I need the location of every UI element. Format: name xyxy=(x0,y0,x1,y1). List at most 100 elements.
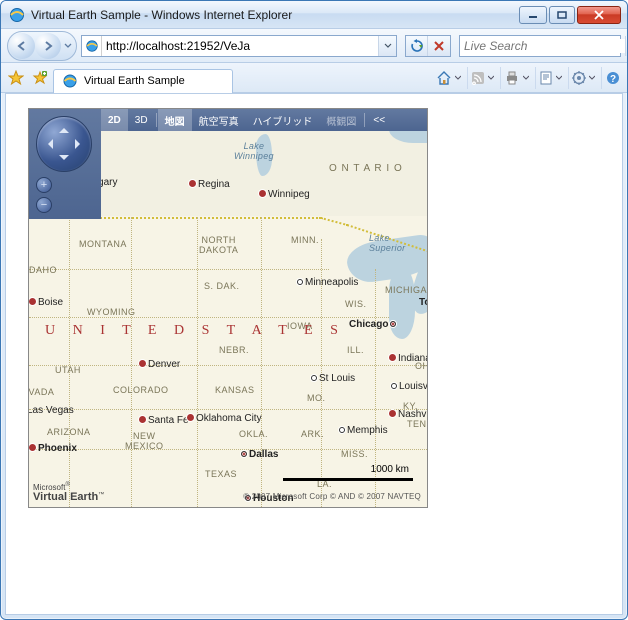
pan-east-icon[interactable] xyxy=(75,139,85,149)
url-input[interactable] xyxy=(102,36,378,56)
label-nm: NEW MEXICO xyxy=(125,431,164,451)
close-button[interactable] xyxy=(577,6,621,24)
label-colorado: COLORADO xyxy=(113,385,169,395)
command-bar: Virtual Earth Sample ? xyxy=(1,63,627,93)
label-utah: UTAH xyxy=(55,365,81,375)
virtual-earth-logo: Microsoft® Virtual Earth™ xyxy=(33,482,104,503)
map-style-hybrid[interactable]: ハイブリッド xyxy=(246,109,320,131)
add-favorite-button[interactable] xyxy=(29,67,51,89)
zoom-out-button[interactable]: − xyxy=(36,197,52,213)
feeds-button[interactable] xyxy=(467,67,498,89)
help-button[interactable]: ? xyxy=(601,67,623,89)
label-minn: MINN. xyxy=(291,235,319,245)
pan-south-icon[interactable] xyxy=(59,155,69,165)
label-texas: TEXAS xyxy=(205,469,237,479)
chevron-down-icon xyxy=(588,75,596,81)
city-lasvegas: Las Vegas xyxy=(28,405,74,416)
city-boise: Boise xyxy=(29,297,63,308)
favorites-star-button[interactable] xyxy=(5,67,27,89)
map-view-3d[interactable]: 3D xyxy=(128,109,155,131)
label-mo: MO. xyxy=(307,393,326,403)
browser-tab[interactable]: Virtual Earth Sample xyxy=(53,69,233,93)
label-wyoming: WYOMING xyxy=(87,307,136,317)
maximize-button[interactable] xyxy=(549,6,575,24)
refresh-button[interactable] xyxy=(406,36,428,56)
page-content: O N T A R I O Lake Winnipeg Lake Superio… xyxy=(5,93,623,615)
page-menu-button[interactable] xyxy=(535,67,566,89)
tools-menu-button[interactable] xyxy=(568,67,599,89)
address-bar xyxy=(81,35,397,57)
pan-north-icon[interactable] xyxy=(59,123,69,133)
stop-button[interactable] xyxy=(428,36,450,56)
label-lake-winnipeg: Lake Winnipeg xyxy=(234,141,274,161)
page-icon xyxy=(82,36,102,56)
city-chicago: Chicago xyxy=(349,319,398,330)
home-button[interactable] xyxy=(433,67,465,89)
back-button[interactable] xyxy=(9,33,35,59)
chevron-down-icon xyxy=(454,75,462,81)
label-sdak: S. DAK. xyxy=(204,281,240,291)
city-okc: Oklahoma City xyxy=(187,413,262,424)
nav-back-forward xyxy=(7,31,77,61)
city-denver: Denver xyxy=(139,359,180,370)
city-dallas: Dallas xyxy=(241,449,278,460)
city-stlouis: St Louis xyxy=(311,373,355,384)
window-title: Virtual Earth Sample - Windows Internet … xyxy=(31,8,517,22)
command-bar-right: ? xyxy=(433,67,623,89)
label-montana: MONTANA xyxy=(79,239,127,249)
city-santafe: Santa Fe xyxy=(139,415,189,426)
map-style-aerial[interactable]: 航空写真 xyxy=(192,109,246,131)
city-phoenix: Phoenix xyxy=(29,443,77,454)
print-button[interactable] xyxy=(500,67,533,89)
minimize-button[interactable] xyxy=(519,6,547,24)
label-idaho: DAHO xyxy=(29,265,57,275)
scale-bar xyxy=(283,478,413,481)
map-compass[interactable] xyxy=(36,116,92,172)
map-collapse-toolbar[interactable]: << xyxy=(366,109,392,131)
city-indianapolis: Indianap xyxy=(389,353,428,364)
label-ill: ILL. xyxy=(347,345,364,355)
map-style-road[interactable]: 地図 xyxy=(158,109,192,131)
label-miss: MISS. xyxy=(341,449,368,459)
city-louisville: Louisvil xyxy=(391,381,428,392)
forward-button[interactable] xyxy=(35,33,61,59)
titlebar: Virtual Earth Sample - Windows Internet … xyxy=(1,1,627,29)
map-style-birdseye[interactable]: 概観図 xyxy=(319,109,363,131)
ie-favicon xyxy=(9,7,25,23)
city-toronto: To xyxy=(419,297,428,308)
svg-text:?: ? xyxy=(609,74,615,85)
label-tenn: TENN xyxy=(407,419,428,429)
tab-title: Virtual Earth Sample xyxy=(84,75,185,87)
label-wis: WIS. xyxy=(345,299,367,309)
pan-west-icon[interactable] xyxy=(43,139,53,149)
refresh-stop-group xyxy=(405,35,451,57)
label-okla: OKLA. xyxy=(239,429,268,439)
label-nebr: NEBR. xyxy=(219,345,249,355)
map-copyright: © 2007 Microsoft Corp © AND © 2007 NAVTE… xyxy=(243,492,421,501)
search-input[interactable] xyxy=(460,39,625,53)
window-controls xyxy=(517,6,621,24)
chevron-down-icon xyxy=(522,75,530,81)
label-kansas: KANSAS xyxy=(215,385,255,395)
label-ontario: O N T A R I O xyxy=(329,163,403,174)
recent-pages-dropdown[interactable] xyxy=(61,33,75,59)
label-lake-superior: Lake Superior xyxy=(369,233,405,253)
zoom-in-button[interactable]: + xyxy=(36,177,52,193)
city-regina: Regina xyxy=(189,179,230,190)
nav-bar xyxy=(1,29,627,63)
virtual-earth-map[interactable]: O N T A R I O Lake Winnipeg Lake Superio… xyxy=(28,108,428,508)
label-country-us: U N I T E D S T A T E S xyxy=(45,323,345,339)
label-mich: MICHIGAN xyxy=(385,285,428,295)
scale-label: 1000 km xyxy=(371,464,409,475)
label-ark: ARK. xyxy=(301,429,324,439)
map-view-2d[interactable]: 2D xyxy=(101,109,128,131)
search-box xyxy=(459,35,621,57)
url-dropdown[interactable] xyxy=(378,36,396,56)
city-memphis: Memphis xyxy=(339,425,388,436)
city-nashville: Nashvi xyxy=(389,409,428,420)
chevron-down-icon xyxy=(555,75,563,81)
label-nevada: NEVADA xyxy=(28,387,54,397)
zoom-controls: + − xyxy=(36,177,52,217)
city-minneapolis: Minneapolis xyxy=(297,277,358,288)
label-ndak: NORTH DAKOTA xyxy=(199,235,238,255)
